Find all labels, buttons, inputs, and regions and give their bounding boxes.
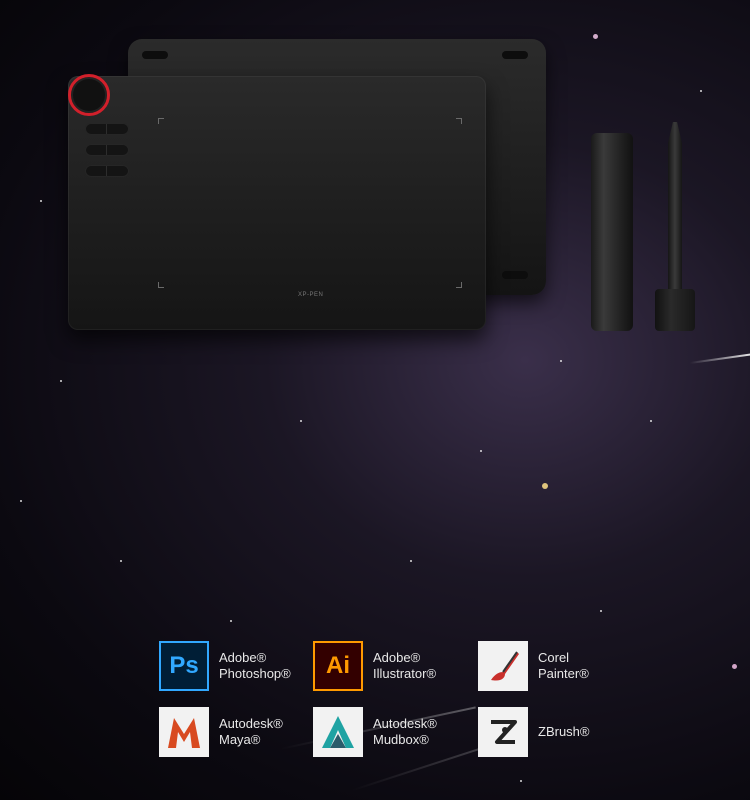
dial-control xyxy=(68,74,110,116)
star xyxy=(40,200,42,202)
illustrator-icon-text: Ai xyxy=(326,652,350,679)
star xyxy=(593,34,598,39)
star xyxy=(120,560,122,562)
shooting-star xyxy=(689,353,750,364)
express-key xyxy=(85,123,129,135)
software-name-line2: Maya® xyxy=(219,732,261,747)
software-name-line1: Adobe® xyxy=(373,650,421,665)
software-name-line2: Illustrator® xyxy=(373,666,437,681)
stylus-pen xyxy=(668,122,682,298)
rubber-foot xyxy=(142,51,168,59)
software-label: Adobe® Photoshop® xyxy=(219,650,291,682)
maya-logo-icon xyxy=(168,718,200,748)
software-name-line1: Autodesk® xyxy=(373,716,437,731)
software-label: Autodesk® Maya® xyxy=(219,716,283,748)
software-item-zbrush: ZBrush® xyxy=(478,707,589,757)
software-label: Corel Painter® xyxy=(538,650,589,682)
active-area-corner xyxy=(158,118,164,124)
rubber-foot xyxy=(502,271,528,279)
star xyxy=(520,780,522,782)
software-name-line1: Corel xyxy=(538,650,570,665)
star xyxy=(542,483,548,489)
software-name-line2: Painter® xyxy=(538,666,589,681)
rubber-foot xyxy=(502,51,528,59)
star xyxy=(480,450,482,452)
pen-holder xyxy=(655,289,695,331)
star xyxy=(732,664,737,669)
software-name-line1: Adobe® xyxy=(219,650,267,665)
pen-case xyxy=(591,133,633,331)
brand-logo: XP-PEN xyxy=(298,292,324,298)
star xyxy=(560,360,562,362)
software-name-line2: Mudbox® xyxy=(373,732,429,747)
active-area-corner xyxy=(456,118,462,124)
software-name-line2: Photoshop® xyxy=(219,666,291,681)
star xyxy=(230,620,232,622)
software-item-photoshop: Ps Adobe® Photoshop® xyxy=(159,641,291,691)
software-name-line1: Autodesk® xyxy=(219,716,283,731)
maya-icon xyxy=(159,707,209,757)
active-area-corner xyxy=(456,282,462,288)
mudbox-icon xyxy=(313,707,363,757)
software-item-maya: Autodesk® Maya® xyxy=(159,707,283,757)
express-key xyxy=(85,165,129,177)
express-key xyxy=(85,144,129,156)
zbrush-logo-icon xyxy=(491,720,517,744)
software-item-illustrator: Ai Adobe® Illustrator® xyxy=(313,641,436,691)
star xyxy=(600,610,602,612)
star xyxy=(700,90,702,92)
star xyxy=(60,380,62,382)
drawing-tablet: XP-PEN xyxy=(68,74,486,330)
photoshop-icon: Ps xyxy=(159,641,209,691)
mudbox-logo-icon xyxy=(322,716,354,748)
active-area-corner xyxy=(158,282,164,288)
zbrush-icon xyxy=(478,707,528,757)
star xyxy=(410,560,412,562)
software-label: ZBrush® xyxy=(538,724,589,740)
photoshop-icon-text: Ps xyxy=(169,652,199,679)
software-name-line1: ZBrush® xyxy=(538,724,590,739)
star xyxy=(650,420,652,422)
star xyxy=(300,420,302,422)
software-label: Autodesk® Mudbox® xyxy=(373,716,437,748)
brush-icon xyxy=(491,651,519,681)
software-item-corel-painter: Corel Painter® xyxy=(478,641,589,691)
software-item-mudbox: Autodesk® Mudbox® xyxy=(313,707,437,757)
corel-painter-icon xyxy=(478,641,528,691)
software-label: Adobe® Illustrator® xyxy=(373,650,436,682)
star xyxy=(20,500,22,502)
illustrator-icon: Ai xyxy=(313,641,363,691)
